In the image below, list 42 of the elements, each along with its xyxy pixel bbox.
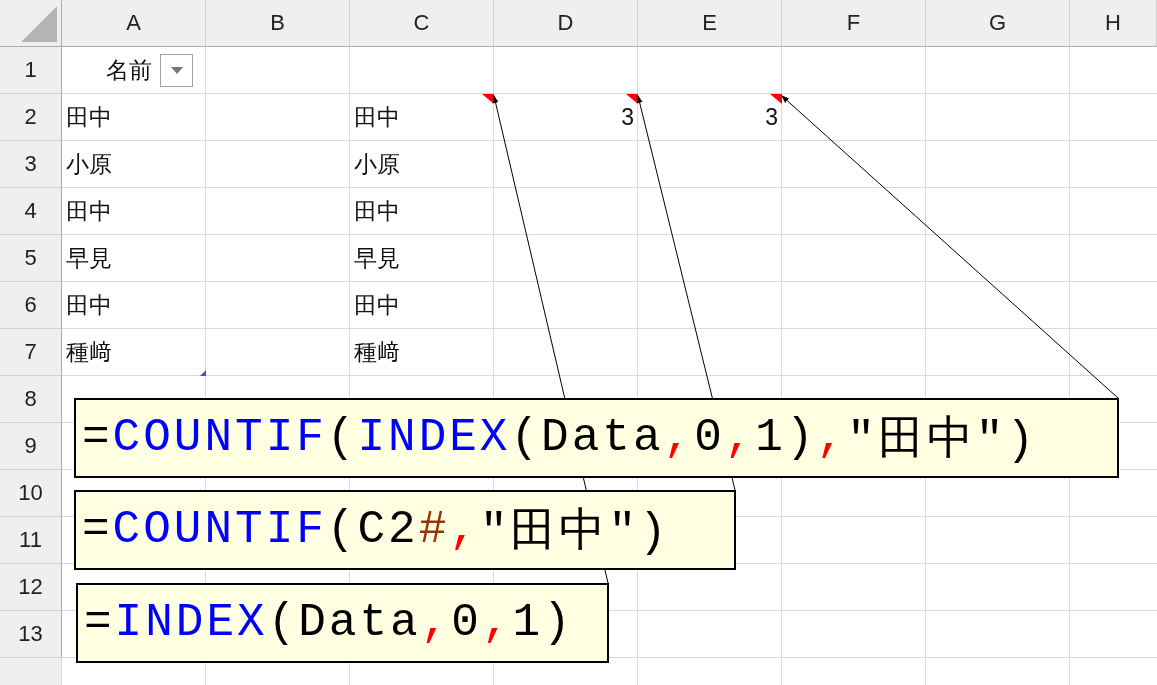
table-cell: 3 — [765, 104, 778, 131]
table-cell-text: 小原 — [354, 150, 400, 179]
row-header[interactable]: 6 — [0, 282, 62, 329]
row-header[interactable]: 7 — [0, 329, 62, 376]
table-cell-text: 田中 — [354, 197, 400, 226]
table-cell: 3 — [621, 104, 634, 131]
table-cell-text: 田中 — [66, 291, 112, 320]
formula-comment: =COUNTIF(INDEX(Data,0,1),"田中") — [74, 398, 1119, 478]
column-header[interactable]: H — [1070, 0, 1157, 47]
table-cell-text: 種﨑 — [66, 338, 112, 367]
caret-icon — [170, 67, 183, 74]
row-header[interactable]: 8 — [0, 376, 62, 423]
corner-triangle-icon — [21, 6, 57, 42]
row-header[interactable]: 10 — [0, 470, 62, 517]
column-header[interactable]: A — [62, 0, 206, 47]
table-cell-text: 田中 — [354, 103, 400, 132]
row-header[interactable]: 2 — [0, 94, 62, 141]
table-cell-text: 早見 — [354, 244, 400, 273]
row-header[interactable]: 3 — [0, 141, 62, 188]
column-header[interactable]: C — [350, 0, 494, 47]
table-cell-text: 田中 — [66, 103, 112, 132]
column-header[interactable]: F — [782, 0, 926, 47]
row-header[interactable]: 11 — [0, 517, 62, 564]
column-header[interactable]: G — [926, 0, 1070, 47]
row-header[interactable]: 13 — [0, 611, 62, 658]
table-cell-text: 名前 — [106, 56, 152, 85]
column-header[interactable]: D — [494, 0, 638, 47]
row-header[interactable]: 5 — [0, 235, 62, 282]
column-header[interactable]: E — [638, 0, 782, 47]
column-header[interactable]: B — [206, 0, 350, 47]
table-cell-text: 種﨑 — [354, 338, 400, 367]
row-header[interactable]: 4 — [0, 188, 62, 235]
table-cell-text: 早見 — [66, 244, 112, 273]
formula-comment: =COUNTIF(C2#,"田中") — [74, 490, 736, 570]
row-header[interactable]: 12 — [0, 564, 62, 611]
row-header[interactable]: 1 — [0, 47, 62, 94]
table-cell-text: 田中 — [66, 197, 112, 226]
row-header[interactable]: 9 — [0, 423, 62, 470]
filter-dropdown-button[interactable] — [160, 54, 193, 87]
formula-comment: =INDEX(Data,0,1) — [76, 583, 609, 663]
table-cell-text: 田中 — [354, 291, 400, 320]
table-cell-text: 小原 — [66, 150, 112, 179]
